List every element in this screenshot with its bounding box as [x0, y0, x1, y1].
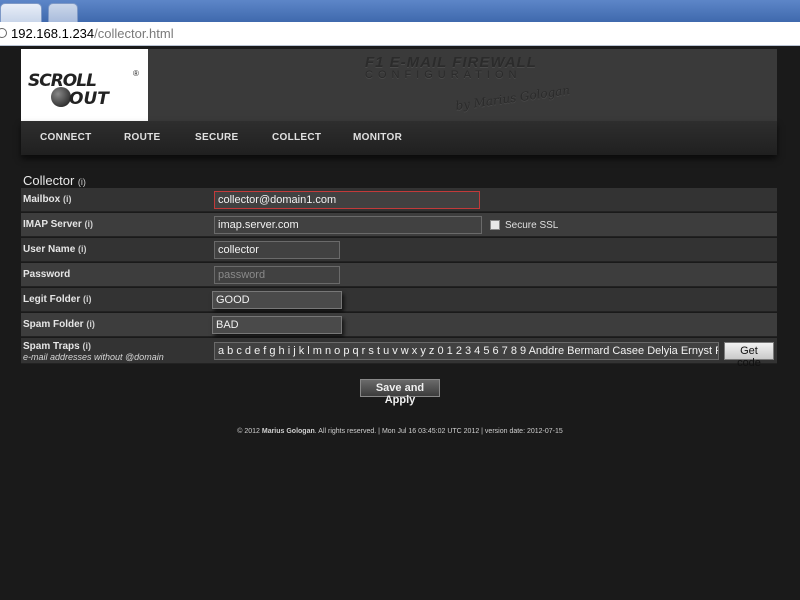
- secure-ssl-label[interactable]: Secure SSL: [505, 220, 558, 231]
- footer-details: . All rights reserved. | Mon Jul 16 03:4…: [314, 428, 563, 435]
- mailbox-label: Mailbox (i): [23, 194, 72, 205]
- address-path: /collector.html: [94, 26, 174, 41]
- legit-folder-row: Legit Folder (i) GOOD: [21, 288, 777, 312]
- new-tab-button[interactable]: [48, 3, 78, 22]
- user-name-input[interactable]: collector: [214, 241, 340, 259]
- save-and-apply-button[interactable]: Save and Apply: [360, 379, 440, 406]
- password-input[interactable]: password: [214, 266, 340, 284]
- user-name-label: User Name (i): [23, 244, 87, 255]
- footer-author: Marius Gologan: [261, 428, 315, 435]
- imap-server-row: IMAP Server (i) imap.server.com Secure S…: [21, 213, 777, 237]
- spam-traps-hint: e-mail addresses without @domain: [23, 352, 164, 362]
- browser-tab[interactable]: [0, 3, 42, 22]
- get-code-button[interactable]: Get code: [724, 342, 774, 369]
- mailbox-label-text: Mailbox: [23, 194, 61, 205]
- logo-ball-icon: [51, 87, 71, 107]
- nav-secure[interactable]: SECURE: [195, 132, 238, 143]
- spam-traps-label-text: Spam Traps: [23, 341, 80, 352]
- legit-folder-input[interactable]: GOOD: [212, 291, 342, 309]
- user-name-row: User Name (i) collector: [21, 238, 777, 262]
- nav-route[interactable]: ROUTE: [124, 132, 161, 143]
- address-host: 192.168.1.234: [11, 26, 95, 41]
- legit-folder-info-link[interactable]: (i): [83, 294, 92, 304]
- logo-text-bottom: OUT: [69, 89, 109, 109]
- spam-traps-info-link[interactable]: (i): [82, 341, 91, 351]
- imap-server-label: IMAP Server (i): [23, 219, 93, 230]
- section-title: Collector (i): [23, 173, 86, 188]
- nav-monitor[interactable]: MONITOR: [353, 132, 402, 143]
- footer-copyright: © 2012: [237, 428, 262, 435]
- legit-folder-label: Legit Folder (i): [23, 294, 92, 305]
- spam-folder-label-text: Spam Folder: [23, 319, 84, 330]
- nav-connect[interactable]: CONNECT: [40, 132, 92, 143]
- page-info-icon[interactable]: [0, 28, 7, 38]
- legit-folder-label-text: Legit Folder: [23, 294, 81, 305]
- main-nav: CONNECT ROUTE SECURE COLLECT MONITOR: [21, 121, 777, 155]
- password-label: Password: [23, 269, 71, 280]
- logo-registered-mark: ®: [133, 69, 139, 78]
- user-name-info-link[interactable]: (i): [78, 244, 87, 254]
- section-info-link[interactable]: (i): [78, 177, 86, 187]
- mailbox-info-link[interactable]: (i): [63, 194, 72, 204]
- spam-traps-label: Spam Traps (i): [23, 341, 91, 352]
- imap-server-label-text: IMAP Server: [23, 219, 82, 230]
- address-url[interactable]: 192.168.1.234/collector.html: [11, 26, 174, 41]
- password-row: Password password: [21, 263, 777, 287]
- spam-traps-row: Spam Traps (i) e-mail addresses without …: [21, 338, 777, 369]
- mailbox-row: Mailbox (i) collector@domain1.com: [21, 188, 777, 212]
- secure-ssl-checkbox[interactable]: [490, 220, 500, 230]
- page-footer: © 2012 Marius Gologan. All rights reserv…: [0, 428, 800, 435]
- spam-folder-info-link[interactable]: (i): [86, 319, 95, 329]
- imap-server-input[interactable]: imap.server.com: [214, 216, 482, 234]
- spam-folder-label: Spam Folder (i): [23, 319, 95, 330]
- mailbox-input[interactable]: collector@domain1.com: [214, 191, 480, 209]
- header-signature: by Marius Gologan: [454, 83, 571, 113]
- nav-collect[interactable]: COLLECT: [272, 132, 321, 143]
- spam-folder-input[interactable]: BAD: [212, 316, 342, 334]
- header-subtitle: CONFIGURATION: [365, 69, 522, 81]
- user-name-label-text: User Name: [23, 244, 76, 255]
- site-header: SCROLL OUT ® F1 E-MAIL FIREWALL CONFIGUR…: [21, 49, 777, 121]
- spam-traps-input[interactable]: a b c d e f g h i j k l m n o p q r s t …: [214, 342, 719, 360]
- scrollout-logo[interactable]: SCROLL OUT ®: [21, 49, 148, 121]
- address-bar[interactable]: 192.168.1.234/collector.html: [0, 22, 800, 46]
- spam-folder-row: Spam Folder (i) BAD: [21, 313, 777, 337]
- imap-server-info-link[interactable]: (i): [85, 219, 94, 229]
- section-title-text: Collector: [23, 173, 75, 188]
- browser-tab-bar: [0, 0, 800, 22]
